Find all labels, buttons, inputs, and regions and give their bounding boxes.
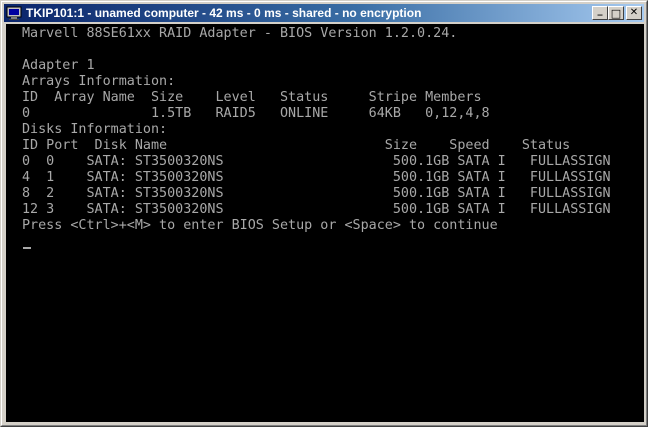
disks-heading: Disks Information: [22, 122, 168, 137]
disk-row: 0 0 SATA: ST3500320NS 500.1GB SATA I FUL… [22, 154, 611, 169]
minimize-icon: _ [597, 5, 603, 16]
arrays-heading: Arrays Information: [22, 74, 176, 89]
window-title: TKIP101:1 - unamed computer - 42 ms - 0 … [26, 6, 422, 20]
adapter-label: Adapter 1 [22, 58, 95, 73]
window-frame: TKIP101:1 - unamed computer - 42 ms - 0 … [1, 1, 647, 426]
close-button[interactable]: ✕ [626, 6, 642, 20]
continue-prompt: Press <Ctrl>+<M> to enter BIOS Setup or … [22, 218, 498, 233]
close-icon: ✕ [629, 7, 639, 18]
remote-console-app-icon[interactable] [6, 5, 22, 21]
console-screen[interactable]: Marvell 88SE61xx RAID Adapter - BIOS Ver… [6, 24, 644, 422]
disk-row: 12 3 SATA: ST3500320NS 500.1GB SATA I FU… [22, 202, 611, 217]
disk-row: 4 1 SATA: ST3500320NS 500.1GB SATA I FUL… [22, 170, 611, 185]
window-controls: _ □ ✕ [592, 6, 642, 20]
disk-row: 8 2 SATA: ST3500320NS 500.1GB SATA I FUL… [22, 186, 611, 201]
minimize-button[interactable]: _ [592, 6, 608, 20]
text-cursor [23, 247, 31, 249]
array-row: 0 1.5TB RAID5 ONLINE 64KB 0,12,4,8 [22, 106, 490, 121]
title-bar[interactable]: TKIP101:1 - unamed computer - 42 ms - 0 … [4, 4, 644, 22]
maximize-button[interactable]: □ [608, 6, 624, 20]
bios-header-line: Marvell 88SE61xx RAID Adapter - BIOS Ver… [22, 26, 458, 41]
maximize-icon: □ [610, 6, 622, 20]
arrays-column-headers: ID Array Name Size Level Status Stripe M… [22, 90, 482, 105]
disks-column-headers: ID Port Disk Name Size Speed Status [22, 138, 571, 153]
remote-console-window: TKIP101:1 - unamed computer - 42 ms - 0 … [0, 0, 648, 427]
